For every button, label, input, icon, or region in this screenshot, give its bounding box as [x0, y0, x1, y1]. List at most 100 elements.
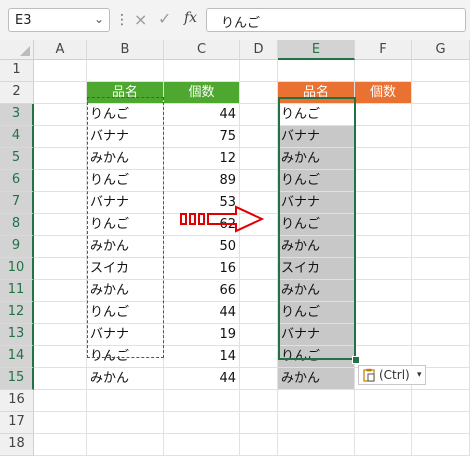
- cell-g10[interactable]: [412, 258, 470, 280]
- column-header-c[interactable]: C: [164, 40, 240, 60]
- cell-g17[interactable]: [412, 412, 470, 434]
- cell-e10[interactable]: スイカ: [278, 258, 355, 280]
- cell-b2[interactable]: 品名: [87, 82, 164, 104]
- cell-g11[interactable]: [412, 280, 470, 302]
- select-all-corner[interactable]: [0, 40, 34, 60]
- cell-b12[interactable]: りんご: [87, 302, 164, 324]
- cell-g6[interactable]: [412, 170, 470, 192]
- cell-d13[interactable]: [240, 324, 278, 346]
- cell-a15[interactable]: [34, 368, 87, 390]
- cell-b11[interactable]: みかん: [87, 280, 164, 302]
- cell-g3[interactable]: [412, 104, 470, 126]
- cell-c18[interactable]: [164, 434, 240, 456]
- cell-g1[interactable]: [412, 60, 470, 82]
- row-header-9[interactable]: 9: [0, 236, 34, 258]
- cell-a7[interactable]: [34, 192, 87, 214]
- cell-f3[interactable]: [355, 104, 412, 126]
- cell-d11[interactable]: [240, 280, 278, 302]
- cell-d16[interactable]: [240, 390, 278, 412]
- cell-a6[interactable]: [34, 170, 87, 192]
- cell-f13[interactable]: [355, 324, 412, 346]
- cell-g5[interactable]: [412, 148, 470, 170]
- row-header-16[interactable]: 16: [0, 390, 34, 412]
- column-header-a[interactable]: A: [34, 40, 87, 60]
- name-box[interactable]: E3 ⌄: [8, 8, 110, 32]
- cell-e3[interactable]: りんご: [278, 104, 355, 126]
- cell-b16[interactable]: [87, 390, 164, 412]
- cell-b4[interactable]: バナナ: [87, 126, 164, 148]
- cell-f8[interactable]: [355, 214, 412, 236]
- cell-b10[interactable]: スイカ: [87, 258, 164, 280]
- cell-e15[interactable]: みかん: [278, 368, 355, 390]
- cell-c5[interactable]: 12: [164, 148, 240, 170]
- cell-a8[interactable]: [34, 214, 87, 236]
- cell-c3[interactable]: 44: [164, 104, 240, 126]
- cell-e18[interactable]: [278, 434, 355, 456]
- column-header-g[interactable]: G: [412, 40, 470, 60]
- cell-e1[interactable]: [278, 60, 355, 82]
- row-header-17[interactable]: 17: [0, 412, 34, 434]
- formula-input[interactable]: りんご: [206, 8, 466, 32]
- insert-function-icon[interactable]: fx: [184, 10, 197, 26]
- cell-c6[interactable]: 89: [164, 170, 240, 192]
- row-header-13[interactable]: 13: [0, 324, 34, 346]
- cell-g7[interactable]: [412, 192, 470, 214]
- cell-a3[interactable]: [34, 104, 87, 126]
- cell-f6[interactable]: [355, 170, 412, 192]
- chevron-down-icon[interactable]: ⌄: [94, 12, 104, 26]
- cell-f18[interactable]: [355, 434, 412, 456]
- cell-a5[interactable]: [34, 148, 87, 170]
- row-header-4[interactable]: 4: [0, 126, 34, 148]
- row-header-1[interactable]: 1: [0, 60, 34, 82]
- row-header-6[interactable]: 6: [0, 170, 34, 192]
- cell-b1[interactable]: [87, 60, 164, 82]
- cell-b17[interactable]: [87, 412, 164, 434]
- cell-d15[interactable]: [240, 368, 278, 390]
- cell-a4[interactable]: [34, 126, 87, 148]
- cancel-icon[interactable]: ×: [134, 10, 147, 29]
- cell-d18[interactable]: [240, 434, 278, 456]
- cell-a12[interactable]: [34, 302, 87, 324]
- cell-c17[interactable]: [164, 412, 240, 434]
- cell-c10[interactable]: 16: [164, 258, 240, 280]
- cell-f11[interactable]: [355, 280, 412, 302]
- enter-icon[interactable]: ✓: [158, 9, 171, 28]
- cell-e9[interactable]: みかん: [278, 236, 355, 258]
- cell-c15[interactable]: 44: [164, 368, 240, 390]
- cell-g2[interactable]: [412, 82, 470, 104]
- cell-f5[interactable]: [355, 148, 412, 170]
- row-header-18[interactable]: 18: [0, 434, 34, 456]
- cell-a17[interactable]: [34, 412, 87, 434]
- cell-e5[interactable]: みかん: [278, 148, 355, 170]
- cell-g8[interactable]: [412, 214, 470, 236]
- cell-a16[interactable]: [34, 390, 87, 412]
- column-header-f[interactable]: F: [355, 40, 412, 60]
- cell-f12[interactable]: [355, 302, 412, 324]
- cell-d1[interactable]: [240, 60, 278, 82]
- cell-b9[interactable]: みかん: [87, 236, 164, 258]
- fill-handle[interactable]: [352, 356, 360, 364]
- cell-g4[interactable]: [412, 126, 470, 148]
- cell-b14[interactable]: りんご: [87, 346, 164, 368]
- cell-a1[interactable]: [34, 60, 87, 82]
- cell-g18[interactable]: [412, 434, 470, 456]
- cell-f4[interactable]: [355, 126, 412, 148]
- row-header-5[interactable]: 5: [0, 148, 34, 170]
- cell-d9[interactable]: [240, 236, 278, 258]
- cell-d6[interactable]: [240, 170, 278, 192]
- vertical-dots-icon[interactable]: ⋮: [115, 10, 129, 30]
- cell-c12[interactable]: 44: [164, 302, 240, 324]
- cell-f16[interactable]: [355, 390, 412, 412]
- cell-e17[interactable]: [278, 412, 355, 434]
- cell-e13[interactable]: バナナ: [278, 324, 355, 346]
- column-header-d[interactable]: D: [240, 40, 278, 60]
- cell-e16[interactable]: [278, 390, 355, 412]
- cell-e7[interactable]: バナナ: [278, 192, 355, 214]
- cell-c9[interactable]: 50: [164, 236, 240, 258]
- cell-b18[interactable]: [87, 434, 164, 456]
- cell-b15[interactable]: みかん: [87, 368, 164, 390]
- cell-d12[interactable]: [240, 302, 278, 324]
- cell-g13[interactable]: [412, 324, 470, 346]
- row-header-11[interactable]: 11: [0, 280, 34, 302]
- cell-d2[interactable]: [240, 82, 278, 104]
